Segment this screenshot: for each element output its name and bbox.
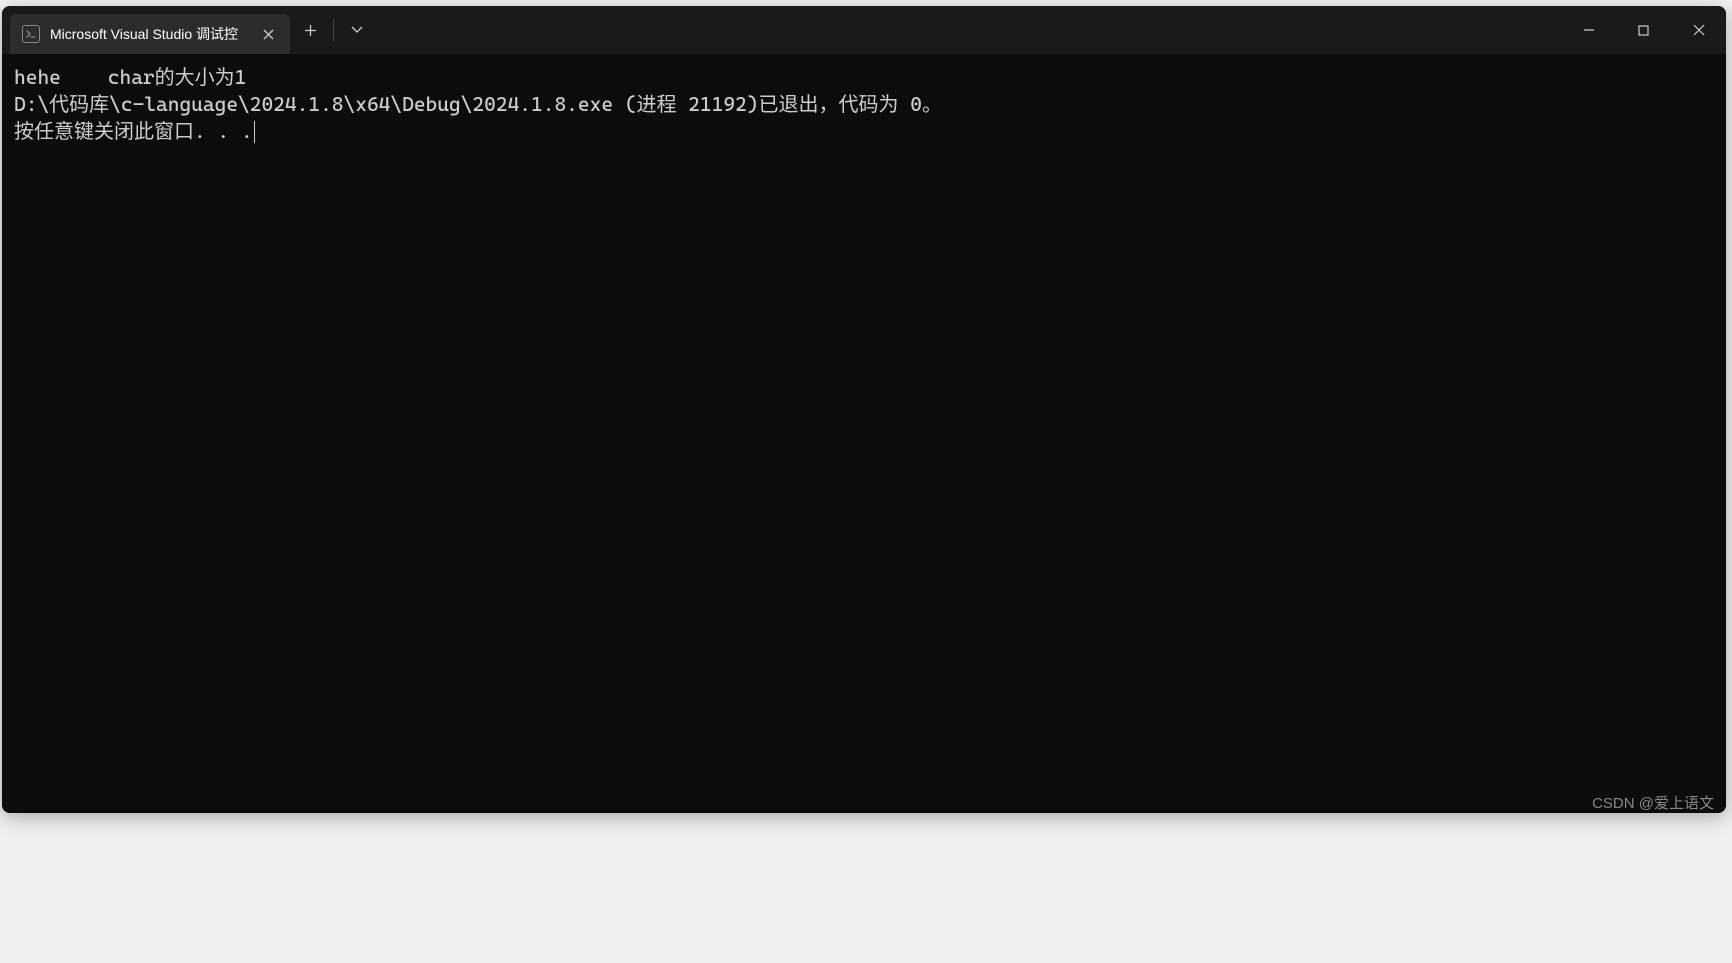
titlebar[interactable]: Microsoft Visual Studio 调试控 [2,6,1726,54]
terminal-icon [22,25,40,43]
minimize-button[interactable] [1561,10,1616,50]
maximize-button[interactable] [1616,10,1671,50]
watermark: CSDN @爱上语文 [1592,792,1714,813]
tab-close-button[interactable] [258,24,278,44]
console-output[interactable]: hehe char的大小为1D:\代码库\c-language\2024.1.8… [2,54,1726,813]
tab-title: Microsoft Visual Studio 调试控 [50,24,248,44]
text-cursor [254,121,255,143]
window-controls [1561,10,1726,50]
new-tab-button[interactable] [290,10,330,50]
tab-dropdown-button[interactable] [337,10,377,50]
divider [333,19,334,41]
console-line: D:\代码库\c-language\2024.1.8\x64\Debug\202… [14,91,1714,118]
console-line: 按任意键关闭此窗口. . . [14,119,253,143]
tab-active[interactable]: Microsoft Visual Studio 调试控 [10,14,290,54]
close-window-button[interactable] [1671,10,1726,50]
terminal-window: Microsoft Visual Studio 调试控 hehe char的大小… [2,6,1726,813]
console-line: hehe char的大小为1 [14,64,1714,91]
